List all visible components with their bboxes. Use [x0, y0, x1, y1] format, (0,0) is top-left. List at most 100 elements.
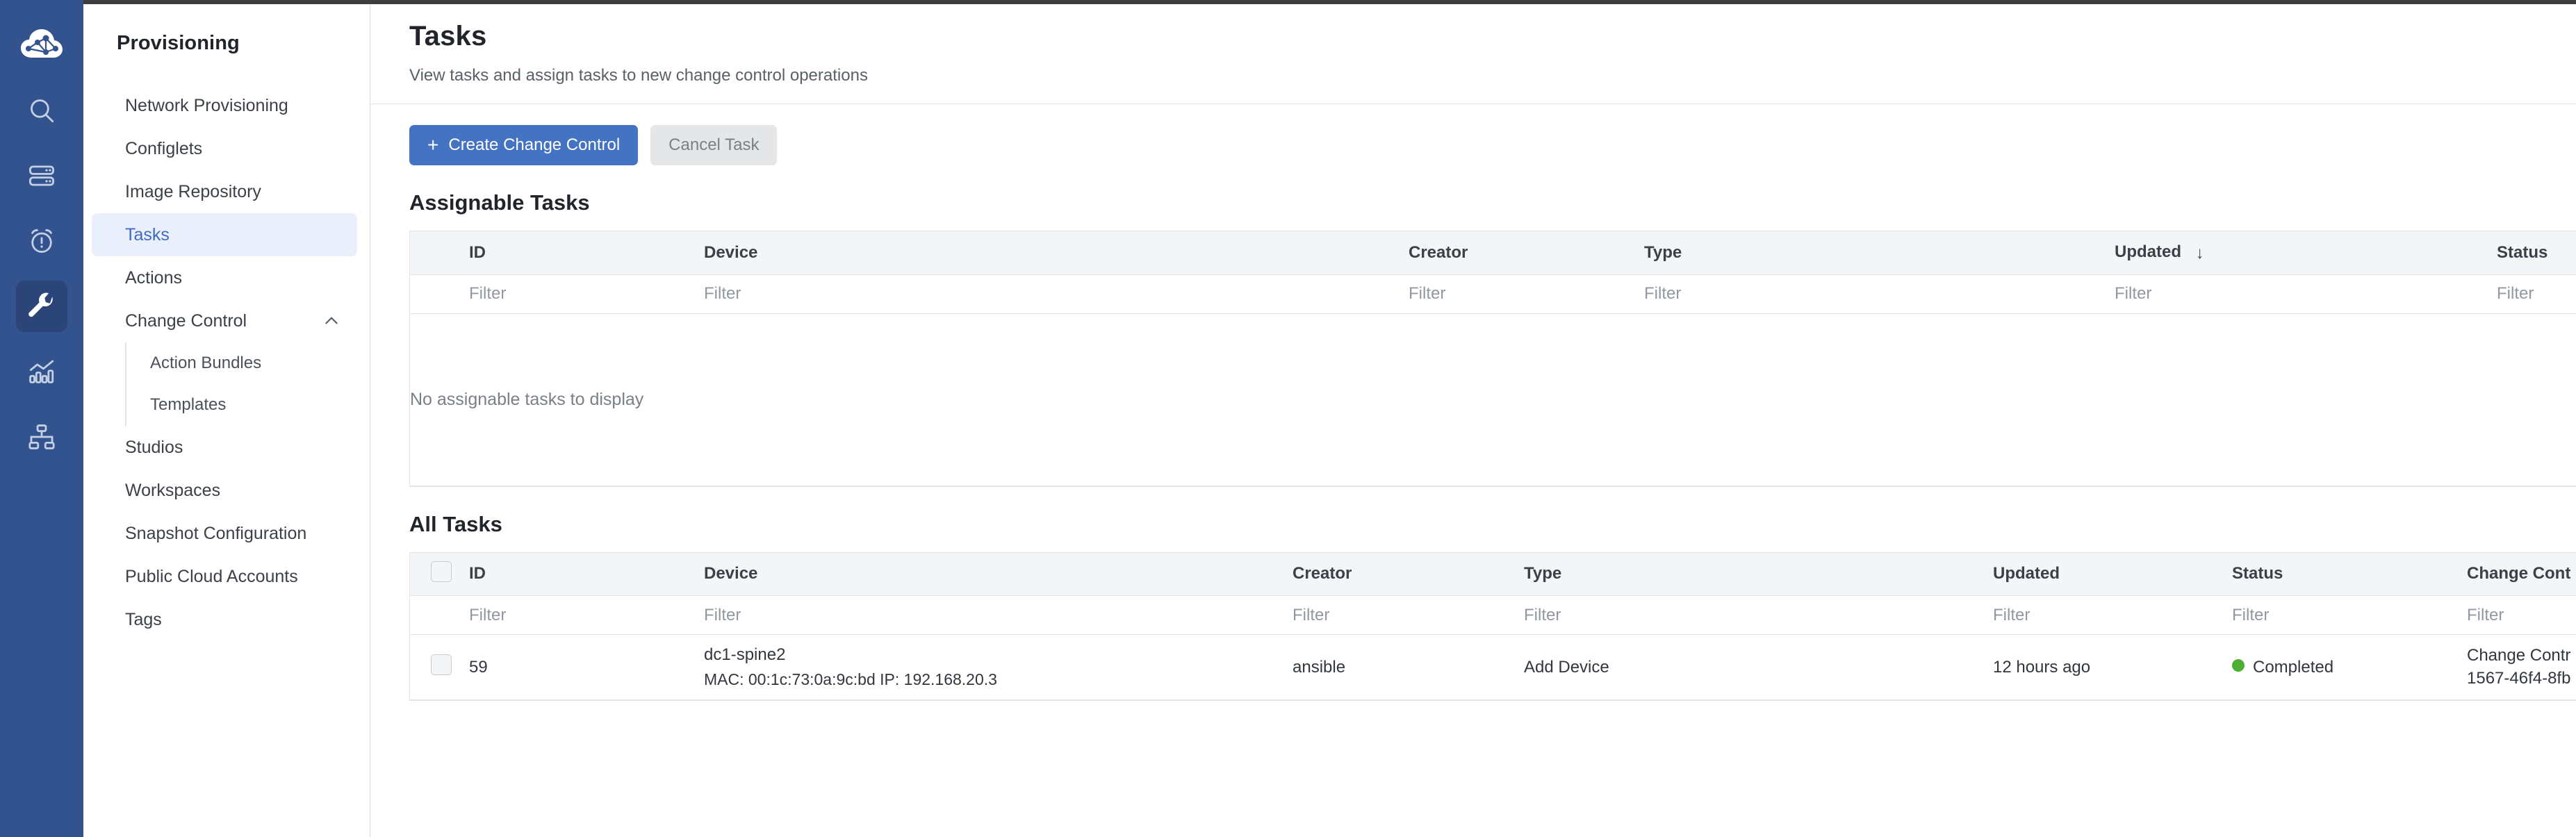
column-header-id[interactable]: ID [469, 552, 704, 596]
chevron-up-icon[interactable] [322, 312, 341, 330]
assignable-tasks-filter-row: Filter Filter Filter Filter Filter Filte… [410, 274, 2576, 314]
sidebar-item-public-cloud-accounts[interactable]: Public Cloud Accounts [92, 555, 357, 598]
column-header-status[interactable]: Status [2232, 552, 2467, 596]
cloud-network-logo-icon[interactable] [16, 18, 67, 69]
sidebar-item-templates[interactable]: Templates [126, 384, 370, 426]
cancel-task-label: Cancel Task [668, 135, 760, 154]
sidebar-item-label: Studios [125, 437, 183, 457]
spacer-cell [410, 274, 469, 314]
column-header-change-control[interactable]: Change Cont [2467, 552, 2576, 596]
rail-item-search[interactable] [16, 85, 67, 136]
filter-input-creator[interactable]: Filter [1293, 595, 1524, 635]
rail-item-topology[interactable] [16, 411, 67, 463]
page-subtitle: View tasks and assign tasks to new chang… [409, 66, 868, 85]
assignable-tasks-table: ID Device Creator Type Updated ↓ Status [410, 231, 2576, 486]
cell-device: dc1-spine2 MAC: 00:1c:73:0a:9c:bd IP: 19… [704, 634, 1293, 700]
page-title: Tasks [409, 21, 487, 51]
icon-rail [0, 0, 83, 837]
sidebar-item-image-repository[interactable]: Image Repository [92, 170, 357, 213]
column-header-creator[interactable]: Creator [1409, 231, 1644, 275]
sidebar-item-label: Public Cloud Accounts [125, 566, 298, 586]
filter-input-device[interactable]: Filter [704, 274, 1409, 314]
sidebar-item-studios[interactable]: Studios [92, 426, 357, 469]
topology-icon [27, 422, 56, 451]
sidebar-item-tags[interactable]: Tags [92, 598, 357, 641]
assignable-tasks-table-wrapper: ID Device Creator Type Updated ↓ Status [409, 231, 2576, 487]
analytics-icon [27, 357, 56, 386]
sidebar-group-change-control[interactable]: Change Control [92, 299, 357, 342]
table-row[interactable]: 59 dc1-spine2 MAC: 00:1c:73:0a:9c:bd IP:… [410, 634, 2576, 700]
search-icon [27, 96, 56, 125]
sidebar-item-label: Network Provisioning [125, 95, 288, 115]
column-header-creator[interactable]: Creator [1293, 552, 1524, 596]
spacer-cell [410, 595, 431, 635]
create-change-control-button[interactable]: + Create Change Control [409, 125, 639, 165]
assignable-tasks-empty-row: No assignable tasks to display [410, 313, 2576, 486]
filter-input-type[interactable]: Filter [1644, 274, 2115, 314]
top-bar [83, 0, 2576, 4]
filter-input-change-control[interactable]: Filter [2467, 595, 2576, 635]
filter-input-id[interactable]: Filter [469, 274, 704, 314]
filter-input-id[interactable]: Filter [469, 595, 704, 635]
column-header-status[interactable]: Status [2497, 231, 2576, 275]
sidebar-item-label: Workspaces [125, 480, 221, 500]
sidebar-item-tasks[interactable]: Tasks [92, 213, 357, 256]
wrench-icon [26, 291, 57, 322]
sidebar-item-action-bundles[interactable]: Action Bundles [126, 342, 370, 384]
all-tasks-heading: All Tasks [409, 511, 502, 536]
sidebar-item-label: Image Repository [125, 181, 261, 201]
sidebar: Provisioning Network Provisioning Config… [83, 0, 370, 837]
filter-input-updated[interactable]: Filter [2115, 274, 2497, 314]
change-control-link-line1[interactable]: Change Contr [2467, 645, 2576, 667]
spacer-cell [410, 231, 469, 275]
sidebar-item-workspaces[interactable]: Workspaces [92, 469, 357, 512]
sidebar-subitem-label: Action Bundles [150, 354, 262, 372]
filter-input-type[interactable]: Filter [1524, 595, 1993, 635]
column-header-type[interactable]: Type [1524, 552, 1993, 596]
cell-type: Add Device [1524, 634, 1993, 700]
all-tasks-filter-row: Filter Filter Filter Filter Filter Filte… [410, 595, 2576, 635]
filter-input-updated[interactable]: Filter [1993, 595, 2232, 635]
rail-item-devices[interactable] [16, 150, 67, 201]
sidebar-item-label: Change Control [125, 310, 247, 331]
column-header-device[interactable]: Device [704, 552, 1293, 596]
row-select-checkbox[interactable] [431, 634, 469, 700]
devices-icon [27, 161, 56, 190]
rail-item-provisioning[interactable] [16, 281, 67, 332]
column-header-updated[interactable]: Updated ↓ [2115, 231, 2497, 275]
sidebar-item-network-provisioning[interactable]: Network Provisioning [92, 84, 357, 127]
filter-input-device[interactable]: Filter [704, 595, 1293, 635]
rail-item-analytics[interactable] [16, 346, 67, 397]
select-all-checkbox[interactable] [431, 552, 469, 596]
column-header-id[interactable]: ID [469, 231, 704, 275]
all-tasks-table: ID Device Creator Type Updated Status Ch… [410, 552, 2576, 700]
device-name: dc1-spine2 [704, 645, 786, 664]
column-header-type[interactable]: Type [1644, 231, 2115, 275]
device-meta: MAC: 00:1c:73:0a:9c:bd IP: 192.168.20.3 [704, 670, 997, 688]
filter-input-status[interactable]: Filter [2497, 274, 2576, 314]
cell-status: Completed [2232, 634, 2467, 700]
rail-item-alarms[interactable] [16, 215, 67, 267]
sidebar-item-label: Tags [125, 609, 162, 629]
sidebar-subitem-label: Templates [150, 395, 227, 414]
cell-change-control[interactable]: Change Contr 1567-46f4-8fb [2467, 634, 2576, 700]
cell-updated: 12 hours ago [1993, 634, 2232, 700]
filter-input-creator[interactable]: Filter [1409, 274, 1644, 314]
spacer-cell [410, 634, 431, 700]
cell-creator: ansible [1293, 634, 1524, 700]
assignable-tasks-header-row: ID Device Creator Type Updated ↓ Status [410, 231, 2576, 275]
sidebar-item-actions[interactable]: Actions [92, 256, 357, 299]
sort-descending-icon[interactable]: ↓ [2196, 244, 2204, 263]
sidebar-title: Provisioning [117, 32, 240, 54]
action-toolbar: + Create Change Control Cancel Task [370, 104, 2576, 165]
cancel-task-button[interactable]: Cancel Task [650, 125, 778, 165]
column-header-updated[interactable]: Updated [1993, 552, 2232, 596]
main-content: Tasks View tasks and assign tasks to new… [370, 0, 2576, 837]
column-header-device[interactable]: Device [704, 231, 1409, 275]
change-control-link-line2[interactable]: 1567-46f4-8fb [2467, 668, 2576, 690]
empty-state-message: No assignable tasks to display [410, 313, 2576, 486]
sidebar-item-configlets[interactable]: Configlets [92, 127, 357, 170]
filter-input-status[interactable]: Filter [2232, 595, 2467, 635]
sidebar-item-snapshot-configuration[interactable]: Snapshot Configuration [92, 512, 357, 555]
app-root: Provisioning Network Provisioning Config… [0, 0, 2576, 837]
